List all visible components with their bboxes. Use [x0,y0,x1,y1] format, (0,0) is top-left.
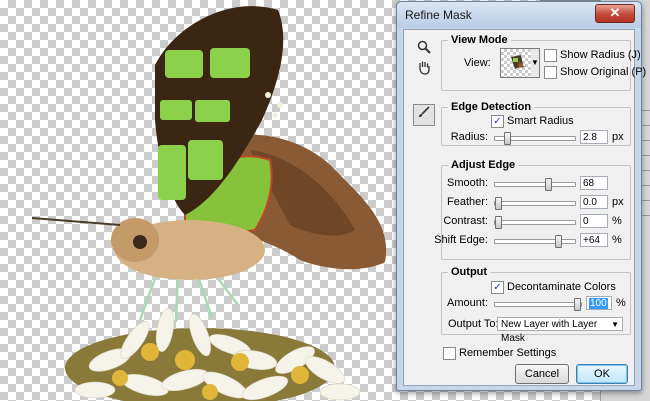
radius-slider[interactable] [494,132,576,145]
ok-button[interactable]: OK [576,364,628,384]
hand-tool-button[interactable] [415,60,433,78]
radius-slider-thumb[interactable] [504,132,511,145]
refine-mask-dialog: Refine Mask ✕ View Mode View: ▼ Show Rad… [396,1,646,391]
dialog-titlebar[interactable]: Refine Mask ✕ [397,2,641,28]
show-original-label: Show Original (P) [560,66,647,78]
output-to-value: New Layer with Layer Mask [501,319,598,344]
smooth-slider-thumb[interactable] [545,178,552,191]
radius-label: Radius: [450,131,488,143]
close-icon: ✕ [609,5,621,20]
amount-unit: % [616,297,626,309]
feather-slider-thumb[interactable] [495,197,502,210]
remember-settings-label: Remember Settings [459,347,557,359]
adjust-edge-group: Adjust Edge Smooth: 68 Feather: 0.0 px C… [434,159,631,260]
cancel-button[interactable]: Cancel [515,364,569,384]
edge-detection-title: Edge Detection [448,101,535,113]
remember-settings-checkbox[interactable] [443,347,456,360]
zoom-tool-button[interactable] [415,40,433,58]
amount-label: Amount: [447,297,488,309]
smooth-value-field[interactable]: 68 [580,176,608,190]
smooth-slider[interactable] [494,178,576,191]
output-title: Output [448,266,491,278]
adjust-edge-title: Adjust Edge [448,159,519,171]
radius-unit: px [612,131,624,143]
shift-edge-unit: % [612,234,622,246]
amount-slider[interactable] [494,298,582,311]
checkmark-icon: ✓ [493,282,502,293]
amount-value-field[interactable]: 100 [586,296,612,310]
show-original-checkbox[interactable] [544,66,557,79]
shift-edge-slider-thumb[interactable] [555,235,562,248]
feather-value-field[interactable]: 0.0 [580,195,608,209]
amount-slider-thumb[interactable] [574,298,581,311]
dialog-title: Refine Mask [405,8,472,22]
view-label: View: [464,57,491,69]
feather-slider[interactable] [494,197,576,210]
edge-detection-group: Edge Detection ✓ Smart Radius Radius: 2.… [441,101,631,146]
document-canvas[interactable] [0,0,400,401]
decontaminate-colors-label: Decontaminate Colors [507,281,616,293]
dialog-body: View Mode View: ▼ Show Radius (J) Show O… [403,29,646,386]
shift-edge-slider[interactable] [494,235,576,248]
shift-edge-label: Shift Edge: [434,234,488,246]
view-mode-title: View Mode [448,34,511,46]
contrast-value-field[interactable]: 0 [580,214,608,228]
view-mode-preview[interactable] [500,48,532,78]
show-radius-checkbox[interactable] [544,49,557,62]
butterfly-antenna [31,217,121,226]
hand-icon [419,61,430,75]
view-mode-dropdown[interactable]: ▼ [531,48,540,78]
output-to-label: Output To: [448,318,499,330]
radius-value-field[interactable]: 2.8 [580,130,608,144]
butterfly-thumbnail-icon [511,55,525,69]
amount-value-selected: 100 [589,298,608,309]
contrast-slider[interactable] [494,216,576,229]
dropdown-arrow-icon: ▼ [531,58,539,67]
output-to-select[interactable]: New Layer with Layer Mask ▼ [497,317,623,344]
output-group: Output ✓ Decontaminate Colors Amount: 10… [441,266,631,344]
contrast-unit: % [612,215,622,227]
dropdown-arrow-icon: ▼ [611,320,619,329]
close-button[interactable]: ✕ [595,4,635,23]
zoom-icon [417,40,431,54]
refine-radius-tool-button[interactable] [413,104,435,126]
feather-unit: px [612,196,624,208]
view-mode-group: View Mode View: ▼ Show Radius (J) Show O… [441,34,646,91]
checkmark-icon: ✓ [493,116,502,127]
show-radius-label: Show Radius (J) [560,49,641,61]
decontaminate-colors-checkbox[interactable]: ✓ [491,281,504,294]
smart-radius-label: Smart Radius [507,115,574,127]
feather-label: Feather: [447,196,488,208]
smooth-label: Smooth: [447,177,488,189]
shift-edge-value-field[interactable]: +64 [580,233,608,247]
flower-image [65,307,361,401]
smart-radius-checkbox[interactable]: ✓ [491,115,504,128]
contrast-slider-thumb[interactable] [495,216,502,229]
refine-radius-brush-icon [419,106,430,117]
contrast-label: Contrast: [443,215,488,227]
